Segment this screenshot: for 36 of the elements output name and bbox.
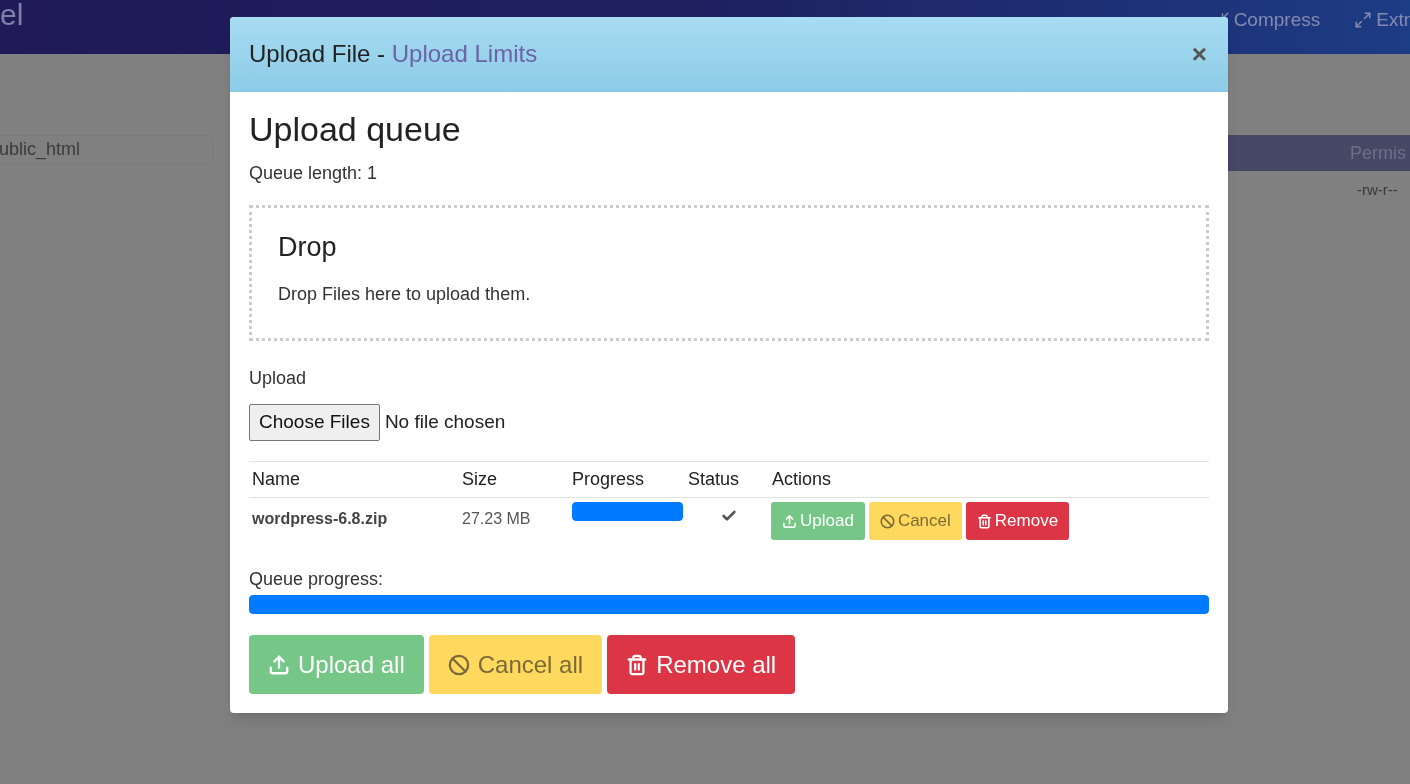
row-action-button[interactable]: Remove — [965, 502, 1070, 540]
upload-icon — [782, 513, 797, 529]
cancel-icon — [447, 653, 470, 676]
trash-icon — [976, 513, 992, 529]
file-size: 27.23 MB — [462, 509, 532, 529]
bulk-action-button[interactable]: Upload all — [249, 635, 424, 694]
drop-zone-text: Drop Files here to upload them. — [278, 283, 532, 306]
trash-icon — [626, 653, 649, 676]
choose-files-button[interactable]: Choose Files — [249, 404, 380, 441]
row-action-button[interactable]: Upload — [771, 502, 865, 540]
column-header: Name — [251, 468, 301, 491]
table-cell: -rw-r-- — [1357, 181, 1398, 198]
upload-limits-link[interactable]: Upload Limits — [391, 40, 538, 67]
upload-label: Upload — [249, 367, 308, 390]
file-name: wordpress-6.8.zip — [251, 509, 389, 529]
drop-zone[interactable]: Drop Drop Files here to upload them. — [249, 205, 1209, 341]
logo-text: el — [0, 0, 25, 30]
bulk-action-button[interactable]: Cancel all — [428, 635, 603, 694]
column-header: Actions — [772, 468, 833, 491]
column-header: Status — [688, 468, 741, 491]
section-heading: Upload queue — [249, 112, 462, 146]
cancel-icon — [879, 513, 895, 529]
path-field[interactable]: ublic_html — [0, 135, 213, 164]
column-header: Progress — [572, 468, 646, 491]
dialog-title: Upload File - — [249, 40, 387, 67]
column-header: Size — [462, 468, 498, 491]
expand-icon — [1354, 11, 1373, 30]
drop-zone-title: Drop — [278, 234, 338, 261]
toolbar-button[interactable]: Extr — [1354, 6, 1410, 35]
close-button[interactable]: × — [1191, 41, 1207, 67]
file-status-text: No file chosen — [384, 410, 506, 435]
bulk-action-button[interactable]: Remove all — [607, 635, 796, 694]
queue-length-text: Queue length: 1 — [249, 162, 379, 185]
row-action-button[interactable]: Cancel — [868, 502, 962, 540]
upload-icon — [268, 653, 290, 676]
queue-progress-label: Queue progress: — [249, 568, 385, 591]
